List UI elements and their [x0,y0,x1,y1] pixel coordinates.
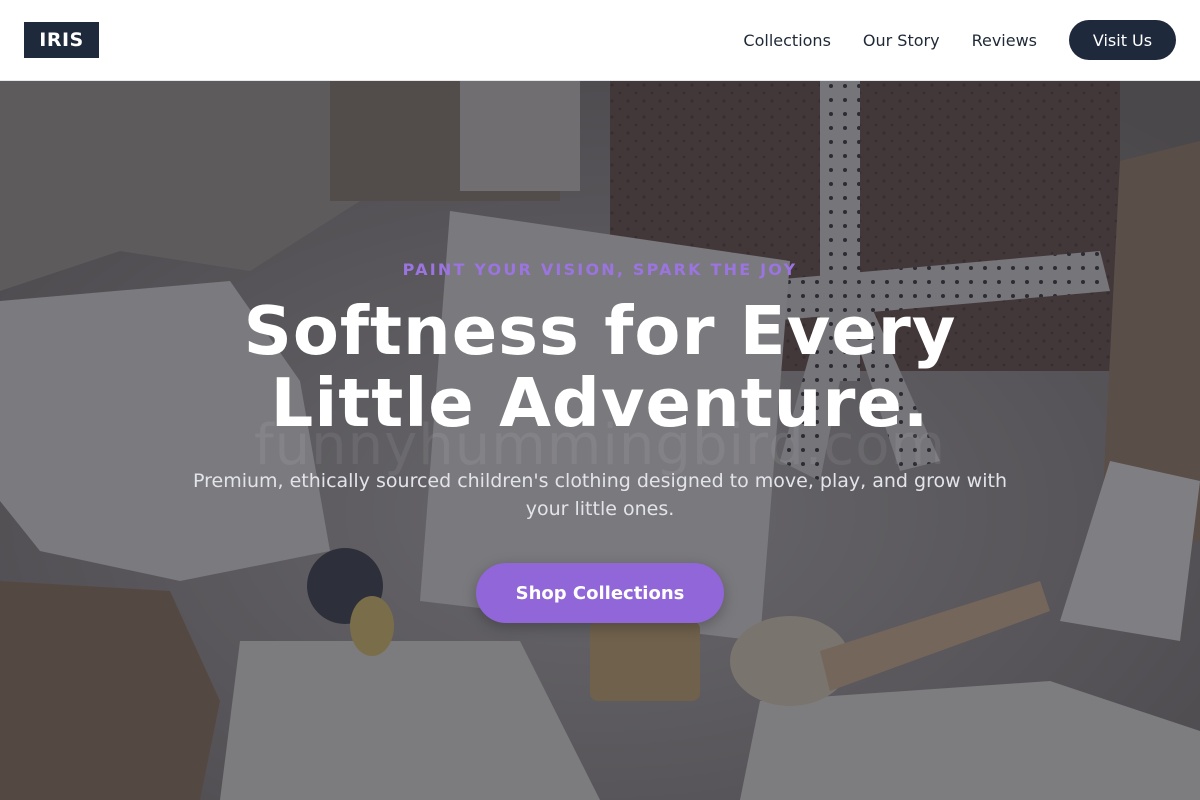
hero-section: funnyhummingbird.com PAINT YOUR VISION, … [0,81,1200,800]
nav-link-collections[interactable]: Collections [743,31,830,50]
hero-headline: Softness for Every Little Adventure. [0,295,1200,439]
site-header: IRIS Collections Our Story Reviews Visit… [0,0,1200,81]
shop-collections-button[interactable]: Shop Collections [476,563,724,623]
brand-logo[interactable]: IRIS [24,22,99,58]
nav-link-reviews[interactable]: Reviews [972,31,1037,50]
hero-headline-line-2: Little Adventure. [270,364,930,442]
hero-eyebrow: PAINT YOUR VISION, SPARK THE JOY [402,260,798,279]
hero-subtitle: Premium, ethically sourced children's cl… [192,470,1007,520]
hero-content: PAINT YOUR VISION, SPARK THE JOY Softnes… [0,81,1200,800]
visit-us-button[interactable]: Visit Us [1069,20,1176,60]
main-nav: Collections Our Story Reviews Visit Us [743,20,1176,60]
hero-headline-line-1: Softness for Every [243,292,957,370]
nav-link-our-story[interactable]: Our Story [863,31,940,50]
